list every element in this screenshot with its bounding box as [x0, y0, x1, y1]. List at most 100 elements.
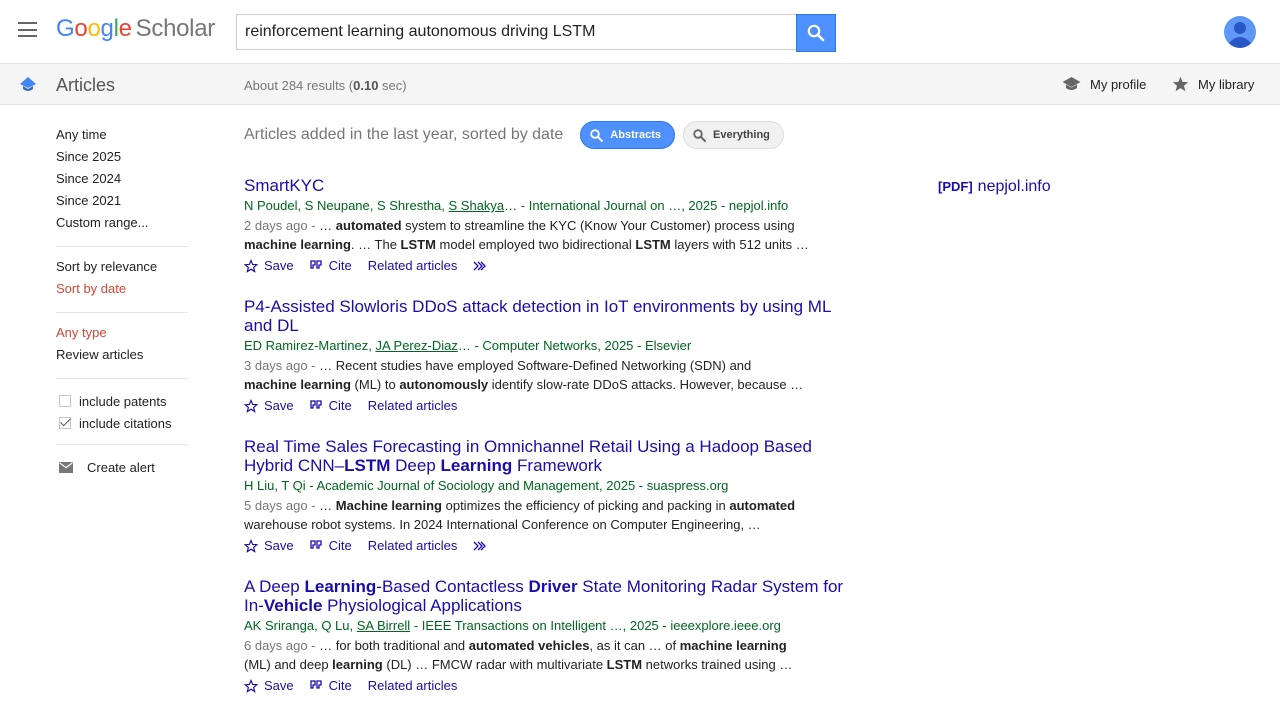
- filter-since-2021[interactable]: Since 2021: [56, 192, 188, 214]
- result-authors: ED Ramirez-Martinez, JA Perez-Diaz… - Co…: [244, 336, 854, 356]
- cite-quote-icon: [309, 400, 322, 409]
- cite-button[interactable]: Cite: [309, 678, 352, 693]
- snippet-segment: . … The: [350, 237, 401, 252]
- title-segment: P4-Assisted Slowloris DDoS attack detect…: [244, 297, 831, 335]
- related-articles-link[interactable]: Related articles: [368, 398, 458, 413]
- search-button[interactable]: [796, 14, 836, 52]
- more-options-button[interactable]: [473, 541, 488, 551]
- snippet-segment: LSTM: [635, 237, 671, 252]
- result-snippet: 6 days ago - … for both traditional and …: [244, 636, 854, 674]
- snippet-text: …: [319, 218, 336, 233]
- header: Google Scholar: [0, 0, 1280, 63]
- envelope-icon: [59, 461, 73, 473]
- sidebar-divider: [56, 246, 188, 247]
- filters-sidebar: Any time Since 2025 Since 2024 Since 202…: [56, 126, 188, 478]
- star-outline-icon: [244, 398, 258, 413]
- logo-letter: e: [118, 15, 132, 42]
- pdf-link[interactable]: [PDF] nepjol.info: [938, 178, 1051, 196]
- include-citations-label: include citations: [79, 415, 172, 431]
- sub-navigation-bar: Articles About 284 results (0.10 sec) My…: [0, 63, 1280, 105]
- star-icon: [1172, 76, 1189, 92]
- save-label: Save: [264, 258, 294, 273]
- snippet-segment: autonomously: [399, 377, 489, 392]
- related-articles-link[interactable]: Related articles: [368, 258, 458, 273]
- save-button[interactable]: Save: [244, 398, 294, 413]
- graduation-cap-icon: [1062, 77, 1081, 90]
- include-citations-option[interactable]: include citations: [56, 412, 188, 434]
- title-segment: Framework: [512, 456, 603, 475]
- result-snippet: 2 days ago - … automated system to strea…: [244, 216, 854, 254]
- result-actions: Save Cite Related articles: [244, 395, 854, 416]
- include-patents-checkbox[interactable]: [59, 395, 71, 407]
- search-results: SmartKYC N Poudel, S Neupane, S Shrestha,…: [244, 176, 854, 717]
- snippet-separator: -: [307, 638, 320, 653]
- search-input[interactable]: [245, 23, 785, 41]
- hamburger-menu-icon[interactable]: [18, 22, 37, 37]
- everything-chip[interactable]: Everything: [683, 121, 784, 149]
- type-review-articles[interactable]: Review articles: [56, 346, 188, 368]
- save-button[interactable]: Save: [244, 678, 294, 693]
- include-citations-checkbox[interactable]: [59, 417, 71, 429]
- cite-button[interactable]: Cite: [309, 258, 352, 273]
- result-actions: Save Cite Related articles: [244, 255, 854, 276]
- save-button[interactable]: Save: [244, 258, 294, 273]
- more-options-button[interactable]: [473, 261, 488, 271]
- my-library-link[interactable]: My library: [1172, 76, 1254, 92]
- publication-info: - IEEE Transactions on Intelligent …, 20…: [410, 618, 781, 633]
- snippet-segment: machine learning: [244, 377, 351, 392]
- abstracts-chip[interactable]: Abstracts: [580, 121, 676, 149]
- author-profile-link[interactable]: S Shakya: [449, 198, 505, 213]
- authors-text: H Liu, T Qi - Academic Journal of Sociol…: [244, 478, 729, 493]
- my-profile-link[interactable]: My profile: [1062, 76, 1146, 92]
- title-segment: Deep: [390, 456, 441, 475]
- save-label: Save: [264, 678, 294, 693]
- result-title-link[interactable]: SmartKYC: [244, 176, 854, 195]
- result-item: Real Time Sales Forecasting in Omnichann…: [244, 437, 854, 556]
- result-title-link[interactable]: A Deep Learning-Based Contactless Driver…: [244, 577, 854, 615]
- snippet-segment: - … Recent studies have employed Softwar…: [307, 358, 751, 373]
- filter-custom-range[interactable]: Custom range...: [56, 214, 188, 236]
- cite-label: Cite: [328, 398, 352, 413]
- cite-label: Cite: [328, 538, 352, 553]
- save-label: Save: [264, 398, 294, 413]
- search-icon: [807, 24, 825, 42]
- save-button[interactable]: Save: [244, 538, 294, 553]
- snippet-segment: layers with 512 units …: [670, 237, 809, 252]
- snippet-separator: -: [307, 358, 320, 373]
- related-label: Related articles: [367, 258, 458, 273]
- related-articles-link[interactable]: Related articles: [368, 538, 458, 553]
- sidebar-divider: [56, 312, 188, 313]
- sort-by-date[interactable]: Sort by date: [56, 280, 188, 302]
- sort-by-relevance[interactable]: Sort by relevance: [56, 258, 188, 280]
- filter-description: Articles added in the last year, sorted …: [244, 126, 564, 143]
- filter-since-2025[interactable]: Since 2025: [56, 148, 188, 170]
- snippet-segment: automated: [335, 218, 402, 233]
- sidebar-divider: [56, 378, 188, 379]
- result-date: 6 days ago: [244, 638, 308, 653]
- cite-quote-icon: [309, 260, 322, 269]
- type-any[interactable]: Any type: [56, 324, 188, 346]
- logo-scholar: Scholar: [135, 15, 216, 42]
- logo-letter: o: [74, 15, 88, 42]
- filter-since-2024[interactable]: Since 2024: [56, 170, 188, 192]
- title-segment: Learning: [304, 577, 377, 596]
- filter-any-time[interactable]: Any time: [56, 126, 188, 148]
- snippet-segment: model employed two bidirectional: [435, 237, 636, 252]
- author-profile-link[interactable]: JA Perez-Diaz: [375, 338, 457, 353]
- account-avatar[interactable]: [1224, 16, 1256, 48]
- title-segment: Driver: [528, 577, 578, 596]
- more-chevrons-icon: [473, 261, 487, 270]
- result-title-link[interactable]: P4-Assisted Slowloris DDoS attack detect…: [244, 297, 854, 335]
- snippet-segment: system to streamline the KYC (Know Your …: [401, 218, 795, 233]
- cite-button[interactable]: Cite: [309, 538, 352, 553]
- google-scholar-logo[interactable]: Google Scholar: [56, 15, 215, 43]
- create-alert-button[interactable]: Create alert: [56, 456, 188, 478]
- cite-label: Cite: [328, 258, 352, 273]
- abstracts-chip-label: Abstracts: [610, 129, 662, 141]
- include-patents-option[interactable]: include patents: [56, 390, 188, 412]
- snippet-segment: machine learning: [679, 638, 787, 653]
- related-articles-link[interactable]: Related articles: [368, 678, 458, 693]
- cite-button[interactable]: Cite: [309, 398, 352, 413]
- result-title-link[interactable]: Real Time Sales Forecasting in Omnichann…: [244, 437, 854, 475]
- author-profile-link[interactable]: SA Birrell: [357, 618, 410, 633]
